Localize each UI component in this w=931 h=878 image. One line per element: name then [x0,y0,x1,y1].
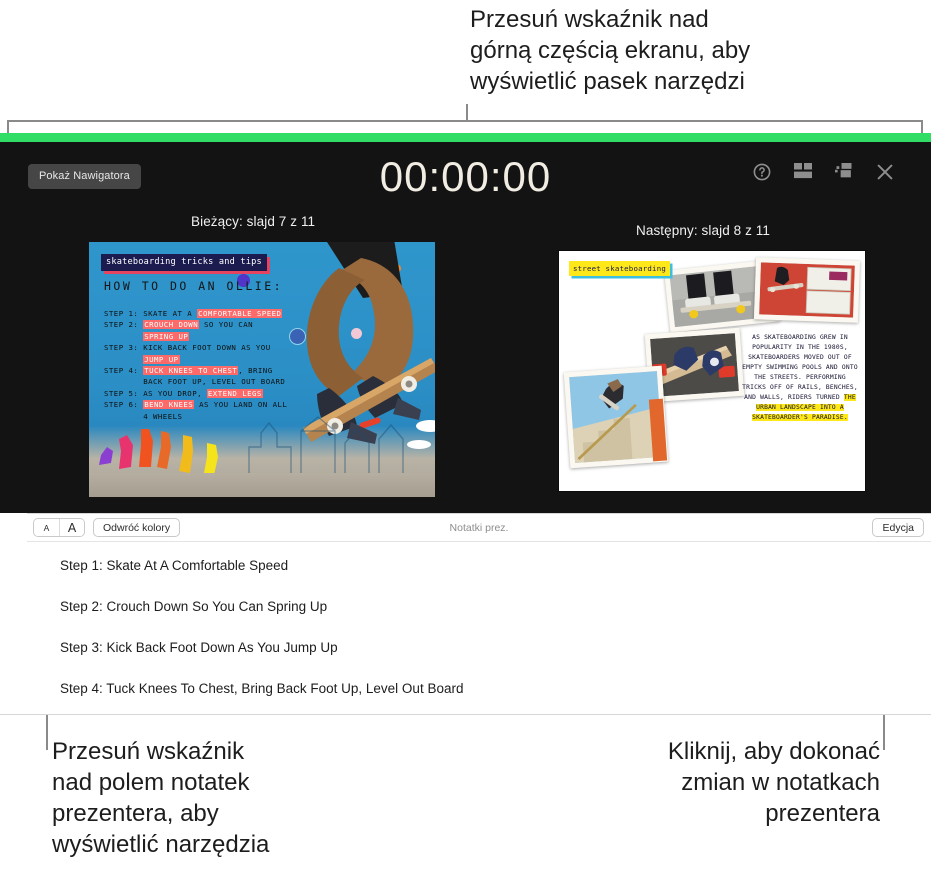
note-line: Step 2: Crouch Down So You Can Spring Up [60,599,328,614]
swap-displays-icon[interactable] [835,163,855,183]
slide-body-plain: AS SKATEBOARDING GREW IN POPULARITY IN T… [742,334,858,401]
note-line: Step 3: Kick Back Foot Down As You Jump … [60,640,338,655]
callout-bottom-right-edit-notes: Kliknij, aby dokonać zmian w notatkach p… [667,738,880,827]
slide-ground [89,473,435,497]
presenter-toolbar-icons [753,163,896,183]
next-slide-label: Następny: slajd 8 z 11 [636,223,771,238]
notes-text-area[interactable]: Step 1: Skate At A Comfortable Speed Step… [27,542,931,715]
next-slide-thumbnail[interactable]: street skateboarding AS SKATEBOARDING GR… [558,250,866,492]
slide-tag: street skateboarding [569,261,670,276]
slide-step-line: BACK FOOT UP, LEVEL OUT BOARD [143,377,286,387]
slide-step-line: 4 WHEELS [143,411,183,421]
callout-top-toolbar: Przesuń wskaźnik nad górną częścią ekran… [470,6,751,95]
slide-steps-list: STEP 1: SKATE AT A COMFORTABLE SPEED STEP… [104,308,319,422]
slide-step-line: SPRING UP [143,331,190,341]
note-line: Step 1: Skate At A Comfortable Speed [60,558,289,573]
slide-step-line: JUMP UP [143,354,180,364]
notes-panel-bottom-divider [0,714,931,715]
notes-toolbar: Notatki prez. A A Odwróć kolory Edycja [27,514,931,542]
green-accent-bar [0,133,931,142]
close-icon[interactable] [876,163,896,183]
slide-body-text: AS SKATEBOARDING GREW IN POPULARITY IN T… [741,333,859,423]
current-slide-thumbnail[interactable]: skateboarding tricks and tips HOW TO DO … [89,242,435,497]
slide-step-line: STEP 4: TUCK KNEES TO CHEST, BRING [104,366,273,376]
decrease-font-size-button[interactable]: A [34,519,59,536]
layout-icon[interactable] [794,163,814,183]
presenter-display-help-screen: Przesuń wskaźnik nad górną częścią ekran… [0,0,931,878]
note-line: Step 4: Tuck Knees To Chest, Bring Back … [60,681,464,696]
city-skyline [239,416,429,475]
current-slide-label: Bieżący: slajd 7 z 11 [191,214,316,229]
increase-font-size-button[interactable]: A [59,519,84,536]
callout-bottom-left-notes-tools: Przesuń wskaźnik nad polem notatek preze… [52,738,270,858]
slide-step-line: STEP 3: KICK BACK FOOT DOWN AS YOU [104,343,271,353]
slide-step-line: STEP 1: SKATE AT A COMFORTABLE SPEED [104,309,283,318]
slide-step-line: STEP 6: BEND KNEES AS YOU LAND ON ALL [104,400,288,410]
slide-step-line: STEP 2: CROUCH DOWN SO YOU CAN [104,320,254,330]
skater-silhouettes [99,429,218,475]
edit-notes-button[interactable]: Edycja [872,518,924,537]
help-icon[interactable] [753,163,773,183]
invert-colors-button[interactable]: Odwróć kolory [93,518,181,537]
presenter-notes-panel[interactable]: Notatki prez. A A Odwróć kolory Edycja S… [27,513,931,715]
slide-tag: skateboarding tricks and tips [101,254,267,271]
slide-step-line: STEP 5: AS YOU DROP, EXTEND LEGS [104,388,263,398]
slide-heading: HOW TO DO AN OLLIE: [104,279,284,293]
photo-red-wall [753,257,861,323]
font-size-segmented-control: A A [33,518,85,537]
callout-bracket-top [7,120,923,134]
